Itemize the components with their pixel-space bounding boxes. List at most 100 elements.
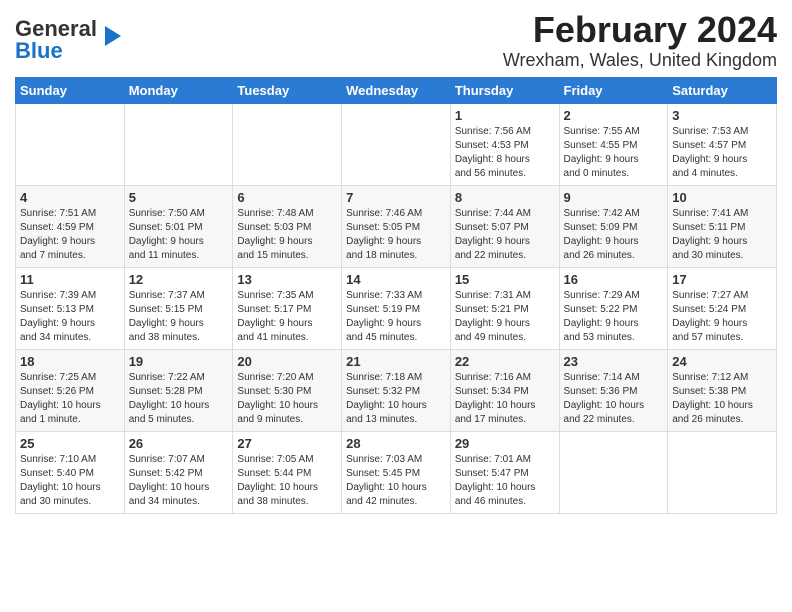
table-row: 9Sunrise: 7:42 AM Sunset: 5:09 PM Daylig… [559,185,668,267]
day-number: 21 [346,354,446,369]
table-row [559,431,668,513]
day-info: Sunrise: 7:39 AM Sunset: 5:13 PM Dayligh… [20,289,120,345]
day-info: Sunrise: 7:56 AM Sunset: 4:53 PM Dayligh… [455,125,555,181]
day-info: Sunrise: 7:55 AM Sunset: 4:55 PM Dayligh… [564,125,664,181]
calendar-header-row: Sunday Monday Tuesday Wednesday Thursday… [16,77,777,103]
table-row: 1 Sunrise: 7:56 AM Sunset: 4:53 PM Daylig… [450,103,559,185]
day-number: 25 [20,436,120,451]
day-info: Sunrise: 7:22 AM Sunset: 5:28 PM Dayligh… [129,371,229,427]
calendar-week-row: 18 Sunrise: 7:25 AM Sunset: 5:26 PM Dayli… [16,349,777,431]
day-number: 17 [672,272,772,287]
day-info: Sunrise: 7:14 AM Sunset: 5:36 PM Dayligh… [564,371,664,427]
header-wednesday: Wednesday [342,77,451,103]
day-info: Sunrise: 7:35 AM Sunset: 5:17 PM Dayligh… [237,289,337,345]
page-title: February 2024 [503,10,777,50]
day-info: Sunrise: 7:33 AM Sunset: 5:19 PM Dayligh… [346,289,446,345]
day-info: Sunrise: 7:03 AM Sunset: 5:45 PM Dayligh… [346,453,446,509]
day-number: 29 [455,436,555,451]
day-info: Sunrise: 7:51 AM Sunset: 4:59 PM Dayligh… [20,207,120,263]
header: GeneralBlue February 2024 Wrexham, Wales… [15,10,777,71]
day-number: 15 [455,272,555,287]
day-number: 23 [564,354,664,369]
day-info: Sunrise: 7:25 AM Sunset: 5:26 PM Dayligh… [20,371,120,427]
logo-text: GeneralBlue [15,18,97,62]
day-info: Sunrise: 7:31 AM Sunset: 5:21 PM Dayligh… [455,289,555,345]
table-row: 8 Sunrise: 7:44 AM Sunset: 5:07 PM Daylig… [450,185,559,267]
day-number: 4 [20,190,120,205]
page-subtitle: Wrexham, Wales, United Kingdom [503,50,777,71]
header-friday: Friday [559,77,668,103]
table-row: 7Sunrise: 7:46 AM Sunset: 5:05 PM Daylig… [342,185,451,267]
table-row: 29 Sunrise: 7:01 AM Sunset: 5:47 PM Dayli… [450,431,559,513]
calendar-week-row: 25 Sunrise: 7:10 AM Sunset: 5:40 PM Dayli… [16,431,777,513]
day-number: 26 [129,436,229,451]
day-number: 19 [129,354,229,369]
table-row: 19 Sunrise: 7:22 AM Sunset: 5:28 PM Dayli… [124,349,233,431]
table-row: 27 Sunrise: 7:05 AM Sunset: 5:44 PM Dayli… [233,431,342,513]
day-number: 14 [346,272,446,287]
title-area: February 2024 Wrexham, Wales, United Kin… [503,10,777,71]
calendar-week-row: 4 Sunrise: 7:51 AM Sunset: 4:59 PM Daylig… [16,185,777,267]
table-row: 17 Sunrise: 7:27 AM Sunset: 5:24 PM Dayli… [668,267,777,349]
day-info: Sunrise: 7:07 AM Sunset: 5:42 PM Dayligh… [129,453,229,509]
table-row: 26 Sunrise: 7:07 AM Sunset: 5:42 PM Dayli… [124,431,233,513]
table-row: 22 Sunrise: 7:16 AM Sunset: 5:34 PM Dayli… [450,349,559,431]
header-thursday: Thursday [450,77,559,103]
logo-arrow-icon [99,22,127,50]
calendar-week-row: 11 Sunrise: 7:39 AM Sunset: 5:13 PM Dayli… [16,267,777,349]
table-row: 15 Sunrise: 7:31 AM Sunset: 5:21 PM Dayli… [450,267,559,349]
table-row: 4 Sunrise: 7:51 AM Sunset: 4:59 PM Daylig… [16,185,125,267]
day-number: 3 [672,108,772,123]
day-info: Sunrise: 7:12 AM Sunset: 5:38 PM Dayligh… [672,371,772,427]
day-info: Sunrise: 7:29 AM Sunset: 5:22 PM Dayligh… [564,289,664,345]
table-row: 2Sunrise: 7:55 AM Sunset: 4:55 PM Daylig… [559,103,668,185]
table-row: 12Sunrise: 7:37 AM Sunset: 5:15 PM Dayli… [124,267,233,349]
day-info: Sunrise: 7:16 AM Sunset: 5:34 PM Dayligh… [455,371,555,427]
day-info: Sunrise: 7:53 AM Sunset: 4:57 PM Dayligh… [672,125,772,181]
table-row: 3 Sunrise: 7:53 AM Sunset: 4:57 PM Daylig… [668,103,777,185]
day-number: 8 [455,190,555,205]
day-number: 22 [455,354,555,369]
logo: GeneralBlue [15,10,127,62]
day-info: Sunrise: 7:48 AM Sunset: 5:03 PM Dayligh… [237,207,337,263]
day-number: 11 [20,272,120,287]
day-info: Sunrise: 7:44 AM Sunset: 5:07 PM Dayligh… [455,207,555,263]
table-row: 28 Sunrise: 7:03 AM Sunset: 5:45 PM Dayli… [342,431,451,513]
day-number: 28 [346,436,446,451]
table-row: 14 Sunrise: 7:33 AM Sunset: 5:19 PM Dayli… [342,267,451,349]
calendar-week-row: 1 Sunrise: 7:56 AM Sunset: 4:53 PM Daylig… [16,103,777,185]
day-number: 18 [20,354,120,369]
table-row: 10 Sunrise: 7:41 AM Sunset: 5:11 PM Dayli… [668,185,777,267]
table-row: 18 Sunrise: 7:25 AM Sunset: 5:26 PM Dayli… [16,349,125,431]
table-row [124,103,233,185]
table-row: 20 Sunrise: 7:20 AM Sunset: 5:30 PM Dayli… [233,349,342,431]
day-info: Sunrise: 7:42 AM Sunset: 5:09 PM Dayligh… [564,207,664,263]
day-info: Sunrise: 7:10 AM Sunset: 5:40 PM Dayligh… [20,453,120,509]
day-info: Sunrise: 7:18 AM Sunset: 5:32 PM Dayligh… [346,371,446,427]
calendar-table: Sunday Monday Tuesday Wednesday Thursday… [15,77,777,514]
table-row [233,103,342,185]
day-info: Sunrise: 7:27 AM Sunset: 5:24 PM Dayligh… [672,289,772,345]
day-info: Sunrise: 7:01 AM Sunset: 5:47 PM Dayligh… [455,453,555,509]
table-row [16,103,125,185]
header-saturday: Saturday [668,77,777,103]
day-number: 6 [237,190,337,205]
day-number: 10 [672,190,772,205]
day-number: 20 [237,354,337,369]
day-number: 16 [564,272,664,287]
table-row [668,431,777,513]
table-row: 23 Sunrise: 7:14 AM Sunset: 5:36 PM Dayli… [559,349,668,431]
table-row: 16 Sunrise: 7:29 AM Sunset: 5:22 PM Dayli… [559,267,668,349]
day-info: Sunrise: 7:50 AM Sunset: 5:01 PM Dayligh… [129,207,229,263]
day-number: 12 [129,272,229,287]
day-number: 7 [346,190,446,205]
day-info: Sunrise: 7:05 AM Sunset: 5:44 PM Dayligh… [237,453,337,509]
day-info: Sunrise: 7:41 AM Sunset: 5:11 PM Dayligh… [672,207,772,263]
header-monday: Monday [124,77,233,103]
day-info: Sunrise: 7:20 AM Sunset: 5:30 PM Dayligh… [237,371,337,427]
day-number: 1 [455,108,555,123]
day-number: 13 [237,272,337,287]
table-row: 11 Sunrise: 7:39 AM Sunset: 5:13 PM Dayli… [16,267,125,349]
day-number: 27 [237,436,337,451]
table-row: 5Sunrise: 7:50 AM Sunset: 5:01 PM Daylig… [124,185,233,267]
